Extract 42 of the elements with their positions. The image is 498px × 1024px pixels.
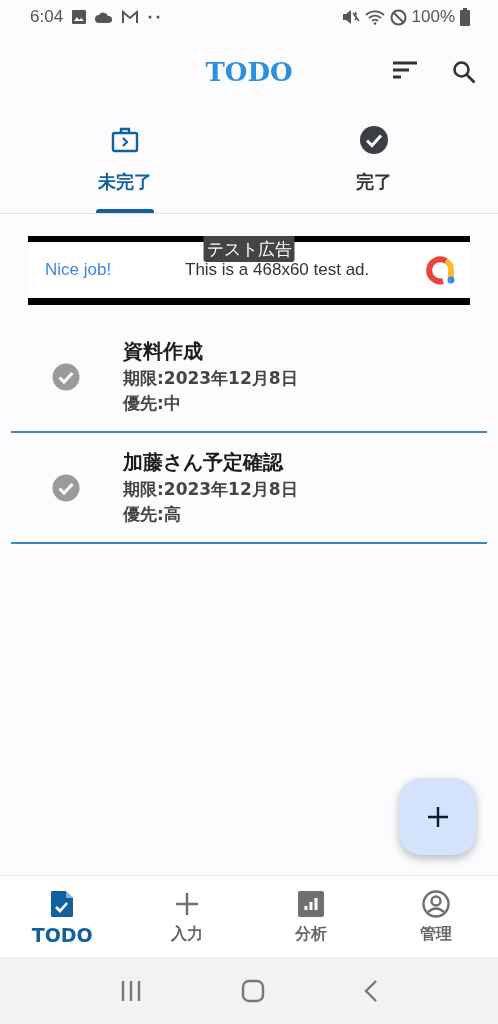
- bar-chart-icon: [298, 891, 325, 917]
- clock: 6:04: [30, 7, 64, 27]
- battery-percent: 100%: [411, 7, 455, 27]
- search-icon[interactable]: [452, 60, 476, 84]
- ad-headline: Nice job!: [45, 260, 113, 280]
- priority: 優先:高: [123, 503, 182, 526]
- app-title: TODO: [205, 57, 293, 87]
- mute-icon: [341, 9, 360, 25]
- nav-item[interactable]: 入力: [124, 876, 249, 957]
- plus-icon: [425, 804, 450, 829]
- home-icon[interactable]: [241, 978, 265, 1003]
- recent-apps-icon[interactable]: [119, 979, 142, 1002]
- todo-title: 資料作成: [123, 338, 204, 365]
- more-icon: [147, 15, 162, 19]
- blocked-icon: [389, 8, 407, 26]
- check-circle-icon[interactable]: [52, 473, 80, 502]
- plus-icon: [175, 893, 198, 915]
- tab-indicator: [95, 209, 154, 213]
- nav-item[interactable]: TODO: [0, 876, 125, 957]
- document-check-icon: [50, 890, 75, 918]
- priority: 優先:中: [123, 392, 182, 415]
- image-icon: [71, 9, 88, 25]
- nav-item[interactable]: 分析: [249, 876, 374, 957]
- cloud-icon: [95, 11, 114, 23]
- due-date: 期限:2023年12月8日: [123, 478, 298, 501]
- todo-title: 加藤さん予定確認: [123, 449, 285, 476]
- check-circle-icon: [358, 125, 389, 155]
- logo-icon: [426, 255, 456, 285]
- due-date: 期限:2023年12月8日: [123, 367, 298, 390]
- briefcase-icon: [110, 126, 139, 154]
- back-icon[interactable]: [364, 979, 379, 1002]
- tab[interactable]: 未完了: [93, 170, 156, 202]
- sort-icon[interactable]: [392, 60, 418, 80]
- account-icon: [421, 890, 450, 918]
- nav-item[interactable]: 管理: [373, 876, 498, 957]
- mail-icon: [121, 10, 140, 24]
- ad-text: This is a 468x60 test ad.: [185, 260, 371, 280]
- ad-label: テスト広告: [203, 236, 295, 262]
- check-circle-icon[interactable]: [52, 362, 80, 391]
- wifi-icon: [364, 9, 385, 25]
- battery-icon: [460, 8, 470, 26]
- tab[interactable]: 完了: [351, 170, 396, 202]
